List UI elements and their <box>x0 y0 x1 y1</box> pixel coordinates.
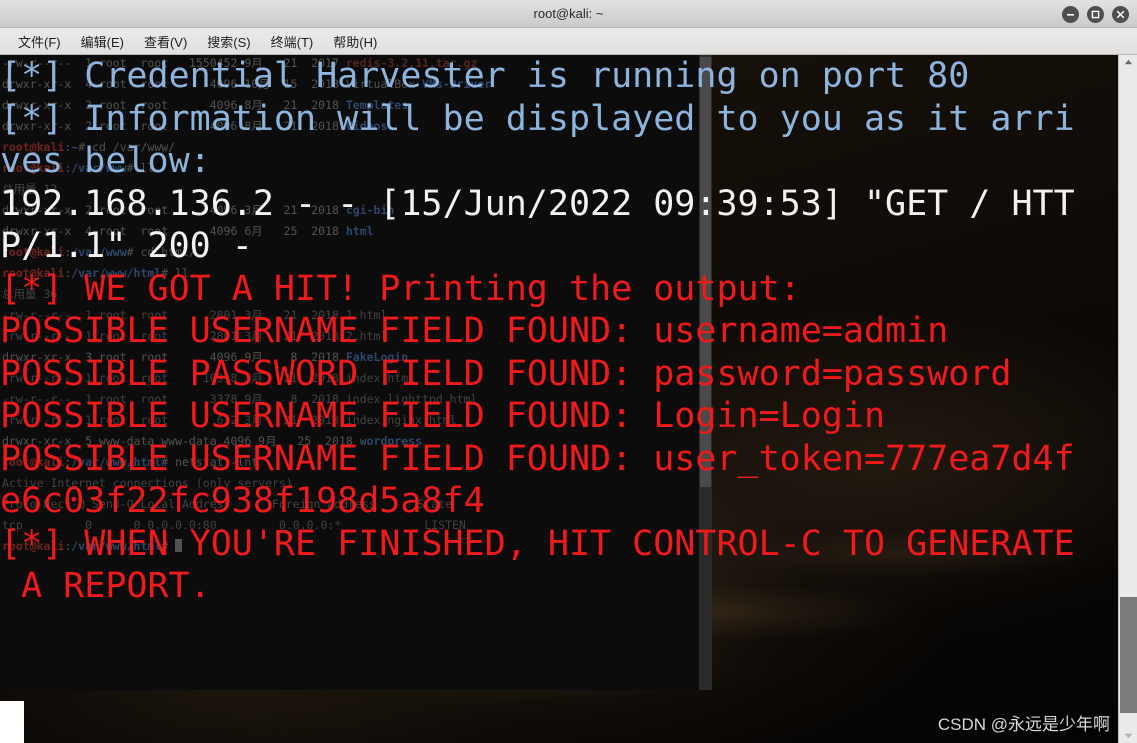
scrollback-line: drwxr-xr-x 2 root root 4096 8月 21 2018 V… <box>2 119 388 133</box>
scrollback-line: -rw-r--r-- 1 root root 3378 9月 8 2018 in… <box>2 392 478 406</box>
scrollback-line: root@kali:~# cd /var/www/ <box>2 140 176 154</box>
scrollback-line: -rw-r--r-- 1 root root 2801 3月 21 2018 1… <box>2 308 388 322</box>
menu-item-file[interactable]: 文件(F) <box>8 29 71 54</box>
scrollback-line: drwxr-xr-x 4 root root 4096 6月 25 2018 h… <box>2 224 374 238</box>
window-title: root@kali: ~ <box>533 6 604 21</box>
terminal-cursor <box>175 539 183 552</box>
scrollback-line: -rw-r--r-- 1 root root 10918 3月 21 2018 … <box>2 371 416 385</box>
scrollback-line: -rw-r--r-- 1 root root 612 3月 21 2018 in… <box>2 413 457 427</box>
menu-item-view[interactable]: 查看(V) <box>134 29 197 54</box>
scrollback-line: -rw-r--r-- 1 root root 2801 3月 21 2018 2… <box>2 329 388 343</box>
terminal-scrollbar[interactable] <box>699 55 712 690</box>
scrollback-line: drwxr-xr-x 2 root root 4096 8月 21 2018 T… <box>2 98 409 112</box>
terminal-window[interactable]: -rw-r--r-- 1 root root 1550452 9月 21 201… <box>0 0 712 690</box>
scrollback-line: Proto Recv-Q Send-Q Local Address Foreig… <box>2 497 453 511</box>
maximize-icon[interactable] <box>1087 5 1104 23</box>
terminal-scrollback-text: -rw-r--r-- 1 root root 1550452 9月 21 201… <box>2 55 702 557</box>
scrollback-line: root@kali:/var/www/html# netstat -lnt <box>2 455 259 469</box>
menubar: 文件(F) 编辑(E) 查看(V) 搜索(S) 终端(T) 帮助(H) <box>0 28 1137 55</box>
menu-item-terminal[interactable]: 终端(T) <box>261 29 324 54</box>
desktop-screen: -rw-r--r-- 1 root root 1550452 9月 21 201… <box>0 0 1137 743</box>
scrollback-line: root@kali:/var/www/html# ll <box>2 266 189 280</box>
desktop-scrollbar[interactable] <box>1118 55 1137 743</box>
scrollback-line: root@kali:/var/www/html# <box>2 536 702 557</box>
scrollback-line: drwxr-xr-x 4 root root 4096 10月 15 2018 … <box>2 77 492 91</box>
scrollback-line: root@kali:/var/www# ll <box>2 161 155 175</box>
scrollback-line: Active Internet connections (only server… <box>2 476 293 490</box>
menu-item-search[interactable]: 搜索(S) <box>197 29 260 54</box>
menu-item-help[interactable]: 帮助(H) <box>323 29 387 54</box>
scrollback-line: 总用量 36 <box>2 287 58 301</box>
window-titlebar[interactable]: root@kali: ~ <box>0 0 1137 28</box>
watermark-text: CSDN @永远是少年啊 <box>937 715 1110 734</box>
scrollback-line: root@kali:/var/www# cd html/ <box>2 245 196 259</box>
minimize-icon[interactable] <box>1062 5 1079 23</box>
scrollback-line: drwxr-xr-x 2 root root 4096 3月 21 2018 c… <box>2 203 395 217</box>
scrollback-line: drwxr-xr-x 5 www-data www-data 4096 9月 2… <box>2 434 422 448</box>
window-controls <box>1062 0 1129 28</box>
close-icon[interactable] <box>1112 5 1129 23</box>
scroll-down-arrow-icon[interactable] <box>1119 729 1137 743</box>
menu-item-edit[interactable]: 编辑(E) <box>71 29 134 54</box>
terminal-output-area[interactable]: -rw-r--r-- 1 root root 1550452 9月 21 201… <box>0 55 712 690</box>
scroll-up-arrow-icon[interactable] <box>1119 55 1137 69</box>
scrollback-line: tcp 0 0 0.0.0.0:80 0.0.0.0:* LISTEN <box>2 518 466 532</box>
scrollback-line: 总用量 12 <box>2 182 58 196</box>
terminal-scrollbar-thumb[interactable] <box>700 57 711 487</box>
scrollback-line: drwxr-xr-x 3 root root 4096 9月 8 2018 Fa… <box>2 350 409 364</box>
desktop-scrollbar-thumb[interactable] <box>1120 597 1137 713</box>
scrollback-line: -rw-r--r-- 1 root root 1550452 9月 21 201… <box>2 56 478 70</box>
taskbar-fragment[interactable] <box>0 701 24 743</box>
